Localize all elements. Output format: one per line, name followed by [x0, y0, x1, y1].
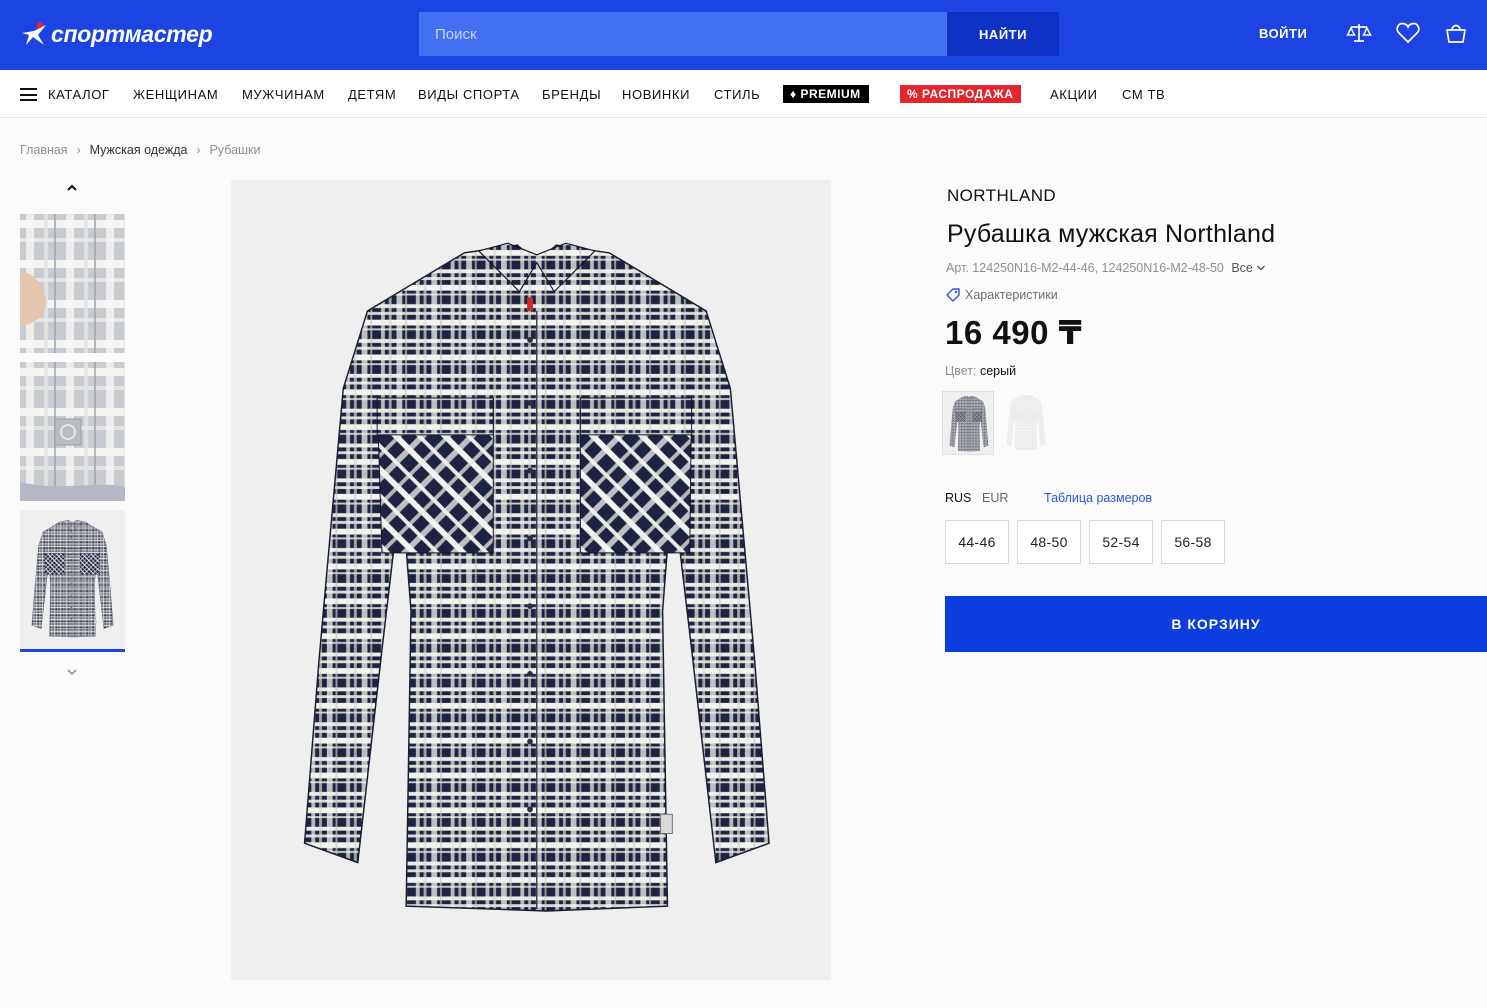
color-value: серый	[979, 364, 1017, 378]
size-option[interactable]: 56-58	[1161, 520, 1225, 564]
size-option[interactable]: 44-46	[945, 520, 1009, 564]
nav-sports[interactable]: ВИДЫ СПОРТА	[418, 87, 520, 102]
nav-premium[interactable]: ♦ PREMIUM	[783, 85, 869, 103]
size-system-rus[interactable]: RUS	[945, 491, 971, 505]
thumbnail-label-image	[20, 362, 125, 501]
size-table-link[interactable]: Таблица размеров	[1044, 491, 1152, 505]
gallery-thumbnail-3[interactable]	[20, 510, 125, 649]
gallery-thumbnail-1[interactable]	[20, 214, 125, 353]
nav-brands[interactable]: БРЕНДЫ	[542, 87, 601, 102]
heart-icon[interactable]	[1395, 21, 1421, 45]
article-numbers: Арт. 124250N16-M2-44-46, 124250N16-M2-48…	[946, 261, 1224, 275]
nav-sale[interactable]: % РАСПРОДАЖА	[900, 85, 1022, 103]
chevron-down-icon	[1257, 265, 1266, 271]
tag-icon	[946, 288, 960, 302]
product-price: 16 490 ₸	[945, 314, 1083, 351]
search-input[interactable]	[419, 12, 947, 56]
nav-premium-label: PREMIUM	[800, 87, 861, 101]
nav-kids[interactable]: ДЕТЯМ	[348, 87, 396, 102]
nav-men[interactable]: МУЖЧИНАМ	[242, 87, 325, 102]
diamond-icon: ♦	[790, 87, 801, 101]
size-option[interactable]: 48-50	[1017, 520, 1081, 564]
nav-women[interactable]: ЖЕНЩИНАМ	[133, 87, 218, 102]
logo-figure-icon	[22, 22, 46, 45]
swatch-shirt-image	[944, 392, 993, 454]
breadcrumb-home[interactable]: Главная	[20, 143, 68, 157]
breadcrumb: Главная › Мужская одежда › Рубашки	[20, 143, 261, 157]
specs-link[interactable]: Характеристики	[946, 288, 1058, 302]
chevron-down-icon[interactable]	[62, 665, 82, 679]
thumbnail-shirt-image	[20, 511, 125, 648]
chevron-right-icon: ›	[76, 143, 81, 157]
search-button[interactable]: НАЙТИ	[947, 12, 1059, 56]
chevron-up-icon[interactable]	[62, 181, 82, 195]
specs-link-label: Характеристики	[965, 288, 1058, 302]
thumbnail-closeup-image	[20, 214, 125, 353]
chevron-right-icon: ›	[196, 143, 201, 157]
breadcrumb-category[interactable]: Мужская одежда	[90, 143, 188, 157]
shirt-photo	[303, 242, 770, 912]
nav-cm-tv[interactable]: СМ ТВ	[1122, 87, 1165, 102]
color-swatch-gray[interactable]	[942, 391, 994, 455]
size-option[interactable]: 52-54	[1089, 520, 1153, 564]
nav-promos[interactable]: АКЦИИ	[1050, 87, 1098, 102]
product-article: Арт. 124250N16-M2-44-46, 124250N16-M2-48…	[946, 261, 1266, 275]
nav-new[interactable]: НОВИНКИ	[622, 87, 690, 102]
breadcrumb-current: Рубашки	[209, 143, 261, 157]
cart-icon[interactable]	[1443, 21, 1469, 45]
main-nav: КАТАЛОГ ЖЕНЩИНАМ МУЖЧИНАМ ДЕТЯМ ВИДЫ СПО…	[0, 70, 1487, 118]
product-brand[interactable]: NORTHLAND	[947, 186, 1056, 206]
article-all-label: Все	[1231, 261, 1253, 275]
color-label: Цвет:	[945, 364, 977, 378]
article-all-toggle[interactable]: Все	[1231, 261, 1266, 275]
swatch-shirt-faded-image	[1006, 394, 1046, 451]
compare-icon[interactable]	[1346, 21, 1372, 45]
product-title: Рубашка мужская Northland	[947, 220, 1276, 248]
menu-icon[interactable]	[20, 88, 37, 101]
gallery-thumbnail-2[interactable]	[20, 362, 125, 501]
thumbnail-selected-indicator	[20, 649, 125, 652]
login-link[interactable]: ВОЙТИ	[1259, 26, 1307, 41]
logo-text: спортмастер	[51, 20, 213, 47]
site-header: спортмастер НАЙТИ ВОЙТИ	[0, 0, 1487, 70]
color-info: Цвет: серый	[945, 364, 1016, 378]
product-main-image[interactable]	[231, 180, 831, 980]
size-system-eur[interactable]: EUR	[982, 491, 1008, 505]
site-logo[interactable]: спортмастер	[20, 18, 213, 50]
nav-style[interactable]: СТИЛЬ	[714, 87, 760, 102]
color-swatch-faded[interactable]	[1000, 391, 1052, 455]
add-to-cart-button[interactable]: В КОРЗИНУ	[945, 596, 1487, 652]
nav-catalog[interactable]: КАТАЛОГ	[48, 87, 110, 102]
